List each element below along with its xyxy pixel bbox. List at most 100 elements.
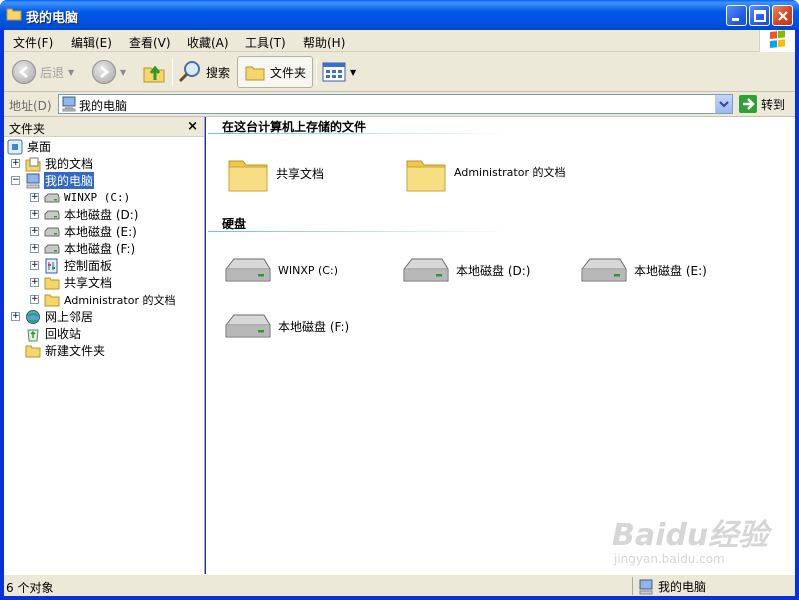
go-label: 转到 xyxy=(761,97,786,112)
expand-icon[interactable]: + xyxy=(30,227,39,236)
tree-item-control-panel[interactable]: + 控制面板 xyxy=(30,257,113,274)
tree-item-drive-d[interactable]: + 本地磁盘 (D:) xyxy=(30,206,139,223)
tree-item-drive-c[interactable]: + WINXP (C:) xyxy=(30,189,131,206)
tree-item-drive-e[interactable]: + 本地磁盘 (E:) xyxy=(30,223,138,240)
item-label: WINXP (C:) xyxy=(278,263,338,277)
menu-file[interactable]: 文件(F) xyxy=(13,34,53,51)
tree-item-recycle-bin[interactable]: 回收站 xyxy=(25,325,82,342)
menu-favorites[interactable]: 收藏(A) xyxy=(187,34,229,51)
my-documents-icon xyxy=(25,156,41,172)
my-computer-icon xyxy=(25,173,41,189)
item-label: 本地磁盘 (E:) xyxy=(634,263,707,278)
expand-icon[interactable]: + xyxy=(30,261,39,270)
status-separator xyxy=(632,577,633,595)
item-label: 共享文档 xyxy=(276,166,325,181)
expand-icon[interactable]: + xyxy=(30,295,39,304)
item-administrator-documents[interactable]: Administrator 的文档 xyxy=(404,153,569,193)
menu-tools[interactable]: 工具(T) xyxy=(245,34,286,51)
back-dropdown-icon[interactable]: ▼ xyxy=(68,68,74,77)
toolbar: 后退 ▼ ▼ 搜索 文件夹 ▼ xyxy=(4,52,795,92)
expand-icon[interactable]: + xyxy=(30,193,39,202)
menu-view[interactable]: 查看(V) xyxy=(129,34,171,51)
close-pane-button[interactable]: × xyxy=(187,119,198,134)
menu-edit[interactable]: 编辑(E) xyxy=(71,34,112,51)
my-computer-icon xyxy=(62,96,76,112)
windows-logo-icon xyxy=(759,30,795,52)
collapse-icon[interactable]: − xyxy=(11,176,20,185)
address-value: 我的电脑 xyxy=(79,99,128,113)
go-button[interactable]: 转到 xyxy=(739,95,785,113)
forward-button[interactable]: ▼ xyxy=(92,56,126,88)
item-shared-documents[interactable]: 共享文档 xyxy=(226,153,324,193)
back-arrow-icon xyxy=(12,60,36,84)
recycle-bin-icon xyxy=(25,326,41,342)
tree-item-desktop[interactable]: 桌面 xyxy=(7,138,52,155)
watermark-brand: Baidu经验 xyxy=(612,518,769,553)
explorer-window: 我的电脑 文件(F) 编辑(E) 查看(V) 收藏(A) 工具(T) 帮助(H) xyxy=(0,0,799,600)
toolbar-separator xyxy=(172,58,173,86)
forward-arrow-icon xyxy=(92,60,116,84)
status-location-label: 我的电脑 xyxy=(658,580,707,594)
close-icon xyxy=(778,11,788,21)
item-label: Administrator 的文档 xyxy=(454,166,566,179)
expand-icon[interactable]: + xyxy=(30,244,39,253)
folders-button[interactable]: 文件夹 xyxy=(237,56,314,88)
folder-icon xyxy=(228,160,268,192)
tree-item-administrator-documents[interactable]: + Administrator 的文档 xyxy=(30,291,176,308)
close-button[interactable] xyxy=(772,5,793,26)
folder-pane-header: 文件夹 × xyxy=(4,117,204,137)
tree-item-new-folder[interactable]: 新建文件夹 xyxy=(25,342,106,359)
item-drive-f[interactable]: 本地磁盘 (F:) xyxy=(224,311,349,341)
chevron-down-icon xyxy=(719,101,729,108)
tree-item-my-documents[interactable]: + 我的文档 xyxy=(11,155,94,172)
back-label: 后退 xyxy=(40,65,65,80)
item-label: 本地磁盘 (D:) xyxy=(456,263,531,278)
maximize-button[interactable] xyxy=(749,5,770,26)
item-drive-d[interactable]: 本地磁盘 (D:) xyxy=(402,255,530,285)
tree-item-label: WINXP (C:) xyxy=(64,191,131,204)
title-bar[interactable]: 我的电脑 xyxy=(0,0,799,30)
watermark-url: jingyan.baidu.com xyxy=(614,552,725,566)
tree-item-label: 新建文件夹 xyxy=(45,344,106,358)
tree-item-shared-documents[interactable]: + 共享文档 xyxy=(30,274,113,291)
hard-drive-icon xyxy=(403,258,449,282)
expand-icon[interactable]: + xyxy=(11,159,20,168)
address-label: 地址(D) xyxy=(9,99,52,113)
tree-item-label: Administrator 的文档 xyxy=(64,293,176,307)
control-panel-icon xyxy=(44,258,60,274)
up-folder-button[interactable] xyxy=(142,56,166,88)
hard-drive-icon xyxy=(581,258,627,282)
views-dropdown-icon[interactable]: ▼ xyxy=(350,68,356,77)
views-icon xyxy=(322,62,346,82)
folders-label: 文件夹 xyxy=(270,65,307,80)
expand-icon[interactable]: + xyxy=(11,312,20,321)
address-dropdown-button[interactable] xyxy=(715,95,732,113)
search-button[interactable]: 搜索 xyxy=(178,56,230,88)
tree-item-label: 本地磁盘 (F:) xyxy=(64,242,136,256)
minimize-button[interactable] xyxy=(726,5,747,26)
views-button[interactable]: ▼ xyxy=(322,56,356,88)
tree-item-label: 我的文档 xyxy=(45,157,94,171)
address-bar: 地址(D) 我的电脑 转到 xyxy=(4,92,795,117)
group-divider xyxy=(208,133,508,134)
item-drive-c[interactable]: WINXP (C:) xyxy=(224,255,338,285)
folder-icon xyxy=(406,160,446,192)
menu-bar: 文件(F) 编辑(E) 查看(V) 收藏(A) 工具(T) 帮助(H) xyxy=(4,30,795,52)
tree-item-label: 共享文档 xyxy=(64,276,113,290)
tree-item-network-places[interactable]: + 网上邻居 xyxy=(11,308,94,325)
tree-item-label: 本地磁盘 (E:) xyxy=(64,225,137,239)
tree-item-drive-f[interactable]: + 本地磁盘 (F:) xyxy=(30,240,136,257)
expand-icon[interactable]: + xyxy=(30,278,39,287)
forward-dropdown-icon[interactable]: ▼ xyxy=(120,68,126,77)
tree-item-my-computer[interactable]: − 我的电脑 xyxy=(11,172,95,189)
address-input[interactable]: 我的电脑 xyxy=(58,94,733,114)
drive-icon xyxy=(44,190,60,206)
expand-icon[interactable]: + xyxy=(30,210,39,219)
group-divider xyxy=(208,231,508,232)
minimize-icon xyxy=(732,18,739,21)
menu-help[interactable]: 帮助(H) xyxy=(303,34,345,51)
tree-item-label: 网上邻居 xyxy=(45,310,94,324)
back-button[interactable]: 后退 ▼ xyxy=(12,56,74,88)
item-drive-e[interactable]: 本地磁盘 (E:) xyxy=(580,255,707,285)
search-icon xyxy=(178,61,200,83)
